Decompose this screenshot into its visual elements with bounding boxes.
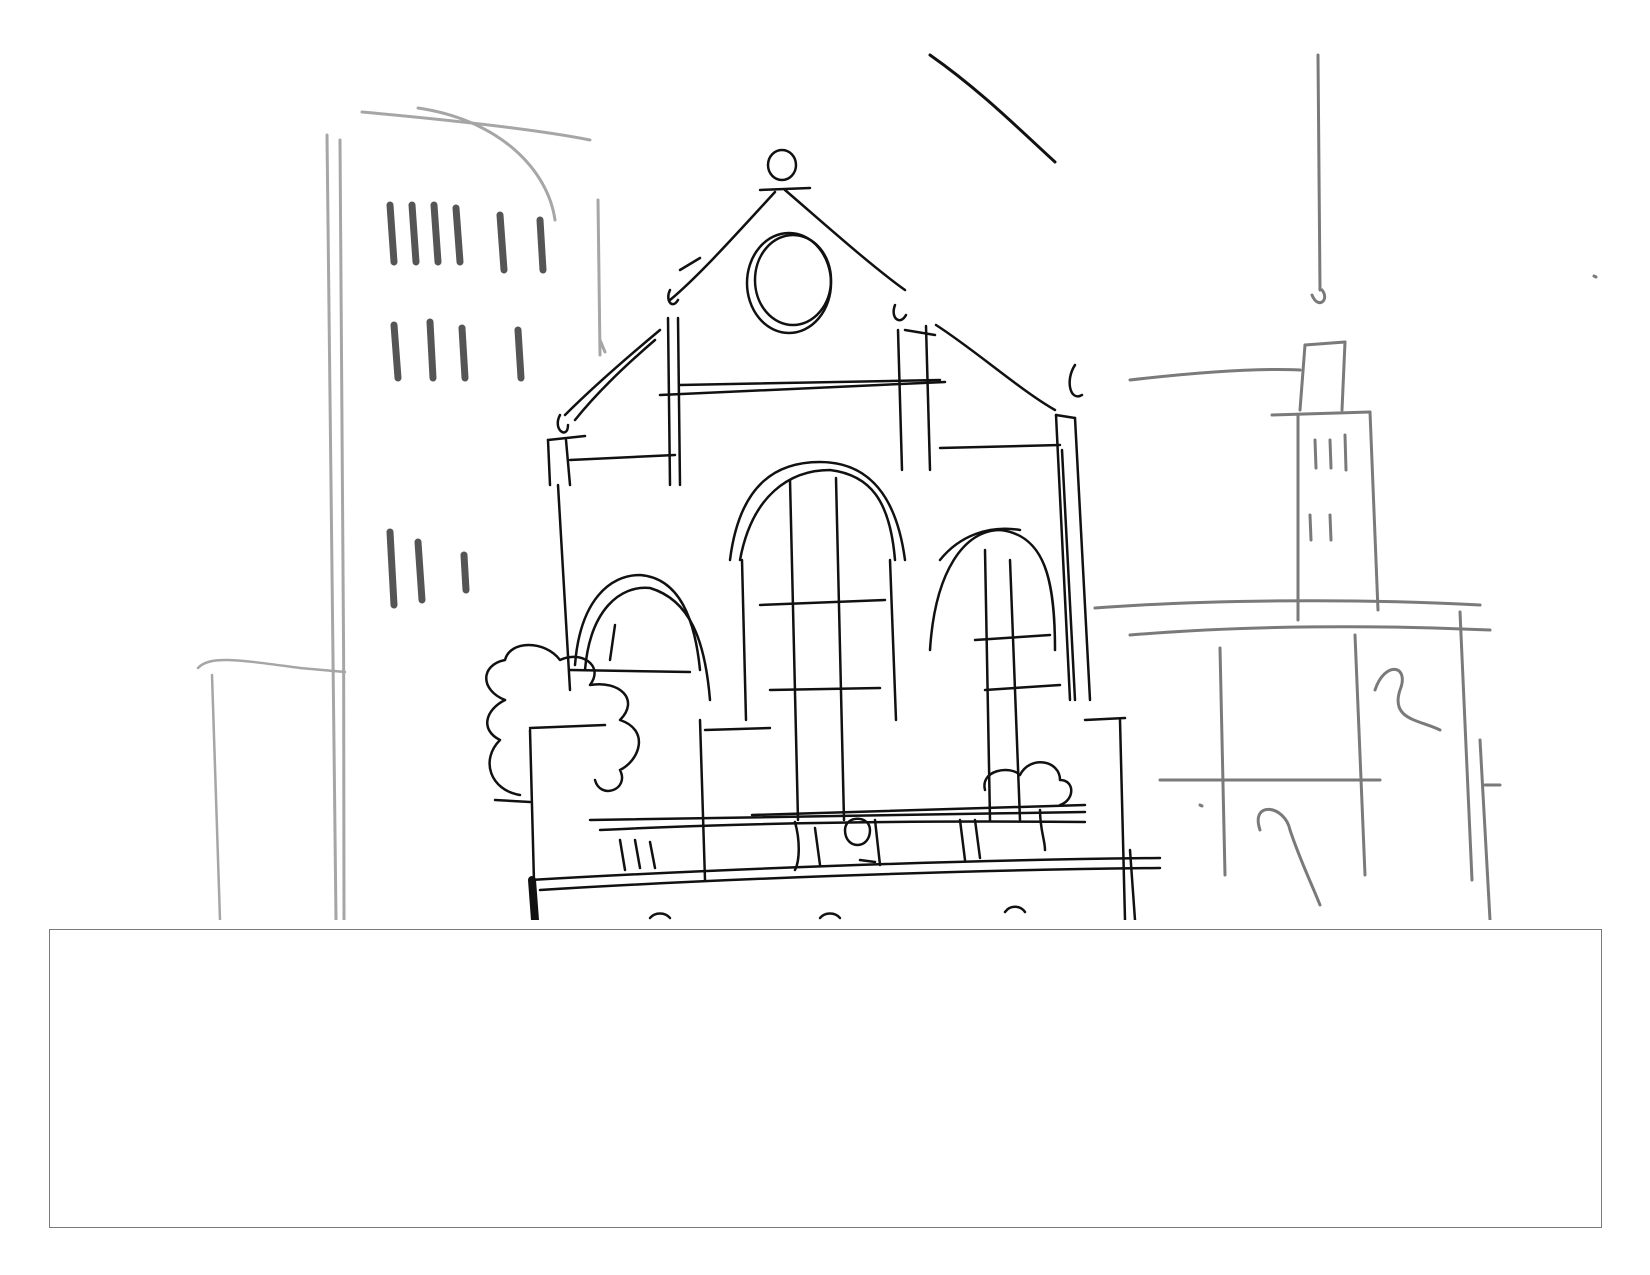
storyboard-sketch-panel — [0, 0, 1650, 920]
caption-box[interactable] — [49, 929, 1602, 1228]
left-tall-building — [325, 106, 607, 920]
left-short-building — [196, 658, 347, 920]
church-facade — [485, 148, 1162, 920]
city-church-sketch — [196, 53, 1598, 920]
diagonal-stroke — [928, 53, 1057, 164]
right-tower-building — [1093, 53, 1598, 920]
left-building-windows — [386, 201, 547, 609]
